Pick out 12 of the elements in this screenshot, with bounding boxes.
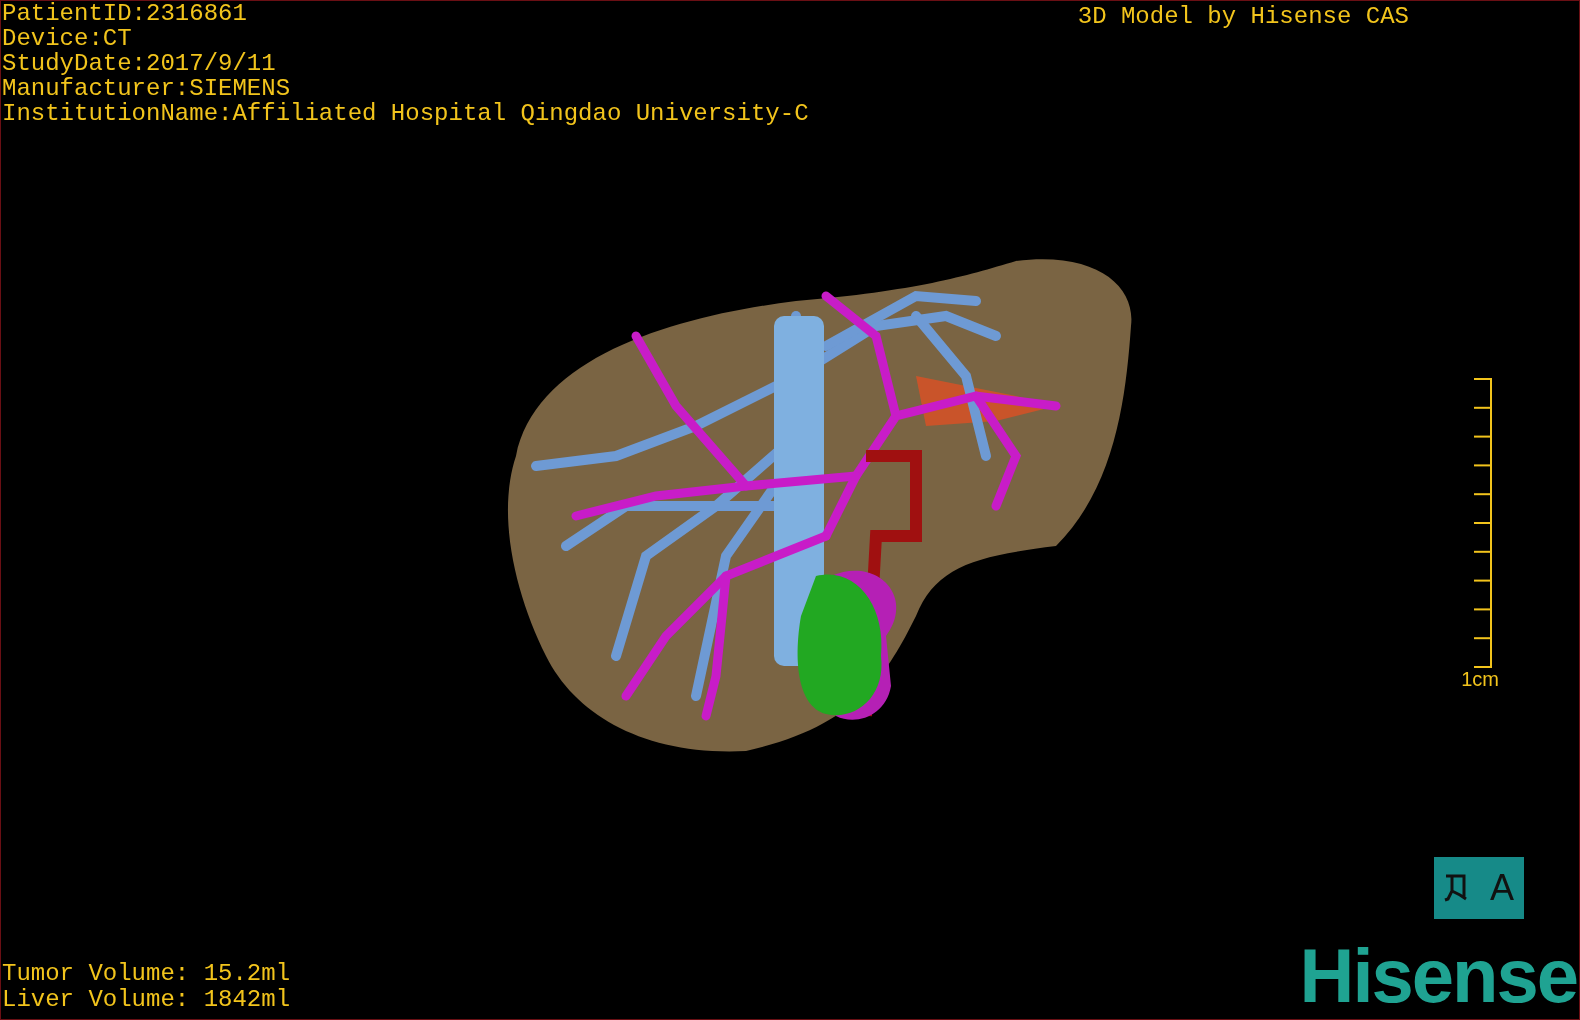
orientation-label: A (1490, 870, 1514, 906)
patient-info-text: Device:CT (2, 26, 133, 51)
hisense-logo: Hisense (1299, 941, 1577, 1011)
patient-info-text: InstitutionName:Affiliated Hospital Qingdao University-C (2, 101, 809, 126)
patient-info-text: StudyDate:2017/9/11 (2, 51, 277, 76)
patient-info-text: Manufacturer:SIEMENS (2, 76, 292, 101)
scale-label: 1cm (1461, 667, 1499, 690)
volume-text: Tumor Volume: 15.2ml (2, 961, 291, 987)
patient-info-text: PatientID:2316861 (2, 1, 248, 26)
orientation-glyph-icon (1444, 873, 1468, 903)
volume-text: Liver Volume: 1842ml (2, 987, 291, 1013)
title-text: 3D Model by Hisense CAS (1077, 4, 1409, 32)
